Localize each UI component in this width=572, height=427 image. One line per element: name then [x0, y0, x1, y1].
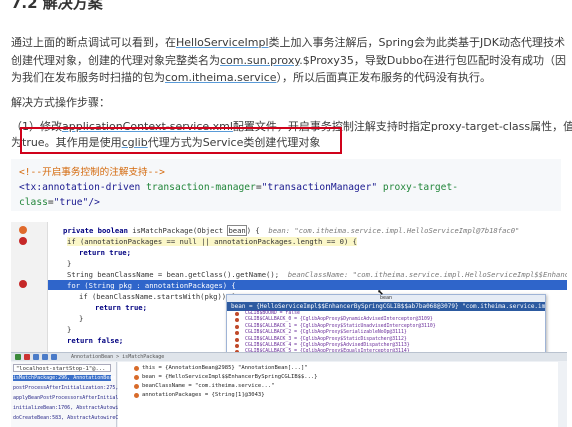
mouse-cursor-icon: ⬉	[377, 286, 384, 299]
step-out-icon[interactable]	[51, 354, 57, 360]
resume-icon[interactable]	[15, 354, 21, 360]
thread-selector[interactable]: "localhost-startStop-1"@...	[13, 364, 111, 372]
variable-inspect-popup[interactable]: bean bean = {HelloServiceImpl$$EnhancerB…	[226, 294, 546, 355]
package-link[interactable]: com.sun.proxy	[220, 54, 299, 67]
intro-line-3: 为我们在发布服务时扫描的包为com.itheima.service），所以后面真…	[11, 69, 491, 86]
debug-toolbar: AnnotationBean > isMatchPackage	[11, 353, 567, 361]
code-line-3: class="true"/>	[19, 197, 100, 208]
intro-text: 通过上面的断点调试可以看到，在	[11, 36, 176, 49]
step-into-icon[interactable]	[42, 354, 48, 360]
frame-row[interactable]: postProcessAfterInitialization:275, Anno	[13, 385, 133, 391]
popup-title: bean	[227, 295, 545, 302]
code-line-2: <tx:annotation-driven transaction-manage…	[19, 182, 459, 193]
code-line: }	[67, 325, 72, 334]
code-line: return true;	[95, 303, 147, 312]
frame-row[interactable]: isMatchPackage:296, AnnotationBean (com.…	[13, 375, 139, 381]
code-line: String beanClassName = bean.getClass().g…	[67, 270, 567, 279]
code-line: if (annotationPackages == null || annota…	[67, 237, 357, 246]
intro-text: 类上加入事务注解后，Spring会为此类基于JDK动态代理技术	[268, 36, 565, 49]
code-text: String beanClassName = bean.getClass().g…	[67, 270, 280, 279]
xml-comment: <!--开启事务控制的注解支持-->	[19, 167, 165, 178]
code-line-current: for (String pkg : annotationPackages) {	[67, 281, 236, 290]
intro-line-1: 通过上面的断点调试可以看到，在HelloServiceImpl类上加入事务注解后…	[11, 34, 565, 51]
keyword: private boolean	[63, 226, 128, 235]
solution-label: 解决方式操作步骤：	[11, 96, 110, 109]
intro-text: .$Proxy35，导致Dubbo在进行包匹配时没有成功（因	[299, 54, 567, 67]
ide-debugger-screenshot: private boolean isMatchPackage(Object be…	[11, 222, 567, 427]
debug-panel: AnnotationBean > isMatchPackage "localho…	[11, 352, 567, 427]
xml-attr: class	[19, 197, 48, 208]
xml-tag: <tx:annotation-driven	[19, 182, 141, 193]
code-line: return false;	[67, 336, 124, 345]
stop-icon[interactable]	[24, 354, 30, 360]
code-line: return true;	[79, 248, 131, 257]
code-text: ) {	[246, 226, 260, 235]
variable-row[interactable]: annotationPackages = {String[1]@3043}	[134, 392, 265, 398]
xml-value: "transactionManager"	[261, 182, 378, 193]
popup-header[interactable]: bean = {HelloServiceImpl$$EnhancerBySpri…	[227, 302, 545, 311]
code-line: }	[67, 259, 72, 268]
code-line: if (beanClassName.startsWith(pkg)) {	[79, 292, 235, 301]
editor-gutter	[11, 222, 48, 352]
variable-row[interactable]: bean = {HelloServiceImpl$$EnhancerBySpri…	[134, 374, 318, 380]
code-line: }	[79, 314, 84, 323]
intro-line-2: 创建代理对象，创建的代理对象完整类名为com.sun.proxy.$Proxy3…	[11, 52, 566, 69]
code-block: <!--开启事务控制的注解支持--> <tx:annotation-driven…	[11, 159, 561, 211]
xml-attr: proxy-target-	[382, 182, 459, 193]
param-name: bean	[227, 225, 247, 236]
xml-value: "true"	[53, 197, 89, 208]
code-text: isMatchPackage(Object	[127, 226, 228, 235]
intro-text: 为我们在发布服务时扫描的包为	[11, 71, 165, 84]
inline-debug-hint: beanClassName: "com.itheima.service.impl…	[287, 270, 567, 279]
variable-row[interactable]: beanClassName = "com.itheima.service..."	[133, 383, 274, 389]
variables-panel: this = {AnnotationBean@2985} "Annotation…	[118, 362, 558, 427]
section-heading: 7.2 解决方案	[11, 0, 103, 12]
breakpoint-icon[interactable]	[19, 226, 27, 234]
frames-panel: "localhost-startStop-1"@... isMatchPacka…	[11, 362, 142, 427]
breadcrumb: AnnotationBean > isMatchPackage	[71, 354, 165, 360]
code-line: private boolean isMatchPackage(Object be…	[63, 225, 520, 236]
intro-text: 创建代理对象，创建的代理对象完整类名为	[11, 54, 220, 67]
step-over-icon[interactable]	[33, 354, 39, 360]
highlight-box	[20, 127, 342, 154]
variable-row[interactable]: this = {AnnotationBean@2985} "Annotation…	[134, 365, 308, 371]
breakpoint-icon[interactable]	[19, 237, 27, 245]
intro-text: ），所以后面真正发布服务的代码没有执行。	[276, 71, 492, 84]
inline-debug-hint: bean: "com.itheima.service.impl.HelloSer…	[268, 226, 520, 235]
xml-tag: />	[88, 197, 100, 208]
breakpoint-icon[interactable]	[19, 280, 27, 288]
code-line-1: <!--开启事务控制的注解支持-->	[19, 165, 553, 180]
class-name-link[interactable]: HelloServiceImpl	[176, 36, 269, 49]
package-link[interactable]: com.itheima.service	[165, 71, 277, 84]
xml-attr: transaction-manager	[146, 182, 256, 193]
